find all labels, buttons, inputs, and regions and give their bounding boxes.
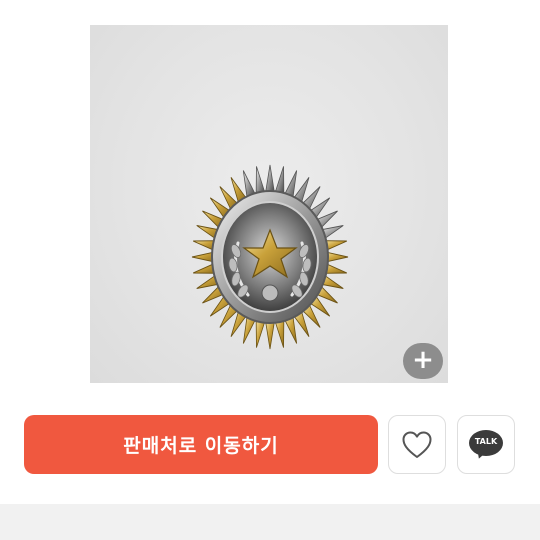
product-image[interactable] — [90, 25, 448, 383]
product-page: + 판매처로 이동하기 TALK — [0, 0, 540, 540]
military-badge-illustration — [191, 164, 349, 350]
go-to-seller-button[interactable]: 판매처로 이동하기 — [24, 415, 378, 474]
heart-icon — [402, 431, 432, 458]
kakao-talk-icon: TALK — [469, 429, 503, 460]
zoom-button[interactable]: + — [403, 343, 443, 379]
kakao-talk-label: TALK — [474, 436, 498, 446]
like-button[interactable] — [388, 415, 446, 474]
plus-icon: + — [412, 345, 434, 375]
kakao-talk-button[interactable]: TALK — [457, 415, 515, 474]
section-divider — [0, 504, 540, 540]
go-to-seller-label: 판매처로 이동하기 — [123, 435, 279, 457]
